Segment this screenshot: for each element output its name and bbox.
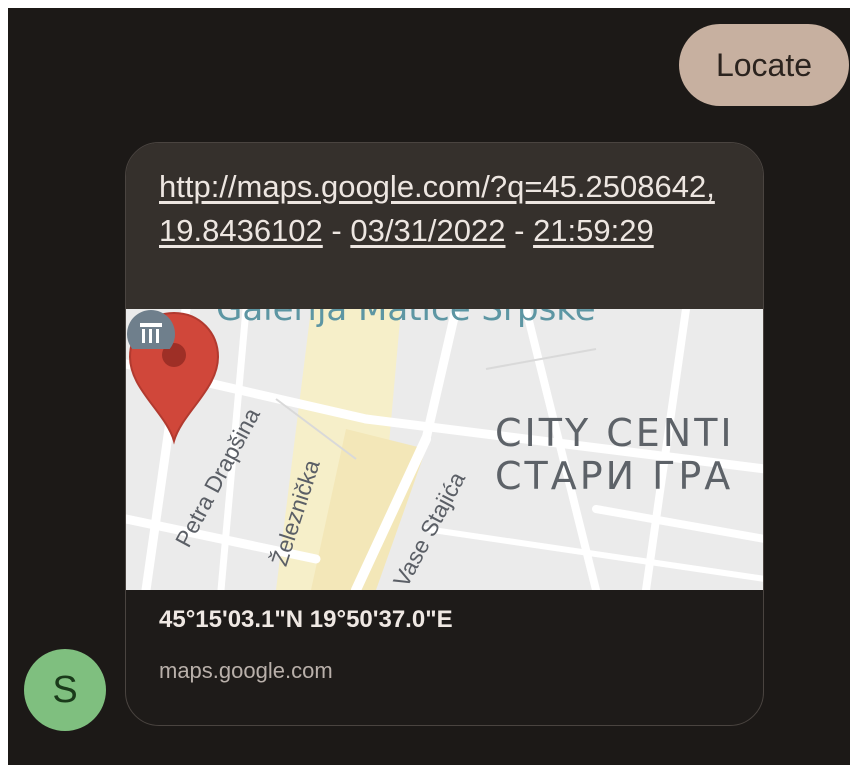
- conversation-screen: Locate http://maps.google.com/?q=45.2508…: [8, 8, 850, 765]
- district-label-line-1: CITY CENTI: [495, 411, 735, 455]
- map-preview[interactable]: Galerija Matice Srpske Petra Drapšina Že…: [126, 309, 763, 590]
- sent-message-text: Locate: [715, 46, 813, 83]
- date-link[interactable]: 03/31/2022: [350, 213, 505, 248]
- preview-domain: maps.google.com: [159, 658, 333, 683]
- time-link[interactable]: 21:59:29: [533, 213, 654, 248]
- received-message-card[interactable]: http://maps.google.com/?q=45.2508642,19.…: [125, 142, 764, 726]
- sent-message-bubble[interactable]: Locate: [679, 24, 849, 106]
- district-label-line-2: СТАРИ ГРА: [495, 454, 734, 498]
- separator: -: [322, 213, 351, 248]
- museum-icon: [127, 310, 175, 349]
- message-text-area: http://maps.google.com/?q=45.2508642,19.…: [126, 143, 763, 309]
- sender-avatar[interactable]: S: [24, 649, 106, 731]
- message-text: http://maps.google.com/?q=45.2508642,19.…: [159, 165, 719, 253]
- map-top-label: Galerija Matice Srpske: [216, 309, 596, 329]
- preview-title: 45°15'03.1"N 19°50'37.0"E: [159, 606, 453, 633]
- avatar-initial: S: [52, 668, 78, 711]
- separator-2: -: [505, 213, 534, 248]
- link-preview-footer: 45°15'03.1"N 19°50'37.0"E maps.google.co…: [159, 606, 453, 684]
